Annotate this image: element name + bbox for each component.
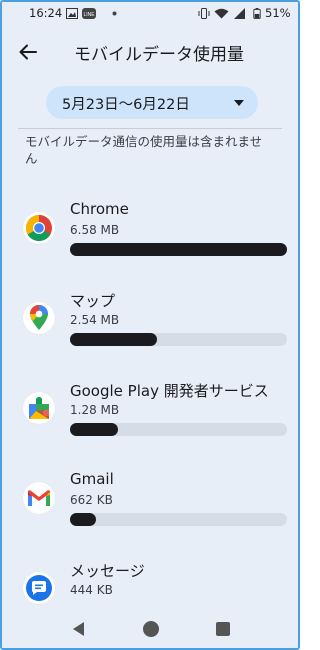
signal-icon <box>234 8 245 19</box>
nav-home-icon[interactable] <box>143 621 159 637</box>
list-item[interactable]: Chrome 6.58 MB <box>2 182 298 272</box>
wifi-icon <box>214 8 229 19</box>
usage-bar-fill <box>70 333 157 346</box>
gmail-icon <box>23 482 55 514</box>
battery-percent: 51% <box>265 6 291 20</box>
battery-icon <box>253 8 261 19</box>
line-app-icon: LINE <box>82 8 96 19</box>
navigation-bar <box>2 608 298 648</box>
usage-bar <box>70 423 287 436</box>
page-title: モバイルデータ使用量 <box>74 45 244 65</box>
app-name: Gmail <box>70 470 114 488</box>
nav-recents-icon[interactable] <box>216 622 230 636</box>
app-data-size: 1.28 MB <box>70 403 120 417</box>
app-name: Google Play 開発者サービス <box>70 382 269 400</box>
dot-icon <box>112 11 117 16</box>
date-range-label: 5月23日〜6月22日 <box>62 97 190 113</box>
messages-icon <box>23 572 55 604</box>
top-app-bar: モバイルデータ使用量 <box>2 24 298 80</box>
usage-bar <box>70 243 287 256</box>
maps-icon <box>23 302 55 334</box>
list-item[interactable]: マップ 2.54 MB <box>2 272 298 362</box>
list-item[interactable]: Gmail 662 KB <box>2 452 298 542</box>
app-name: マップ <box>70 292 116 310</box>
svg-text:LINE: LINE <box>83 12 95 18</box>
caret-down-icon <box>234 100 244 106</box>
usage-bar-fill <box>70 513 97 526</box>
chrome-icon <box>23 212 55 244</box>
usage-bar <box>70 513 287 526</box>
play-services-icon <box>23 392 55 424</box>
vibrate-icon <box>198 8 210 19</box>
usage-note: モバイルデータ通信の使用量は含まれません <box>25 134 263 166</box>
back-button[interactable] <box>14 38 42 66</box>
app-name: メッセージ <box>70 562 145 580</box>
status-bar: 16:24 LINE 51% <box>2 2 298 24</box>
date-range-dropdown[interactable]: 5月23日〜6月22日 <box>46 86 258 119</box>
status-time: 16:24 <box>29 6 63 20</box>
app-data-size: 444 KB <box>70 583 113 597</box>
usage-bar-fill <box>70 423 118 436</box>
phone-screen: 16:24 LINE 51% モバイルデータ使用量 5月23日〜6月22日 モバ… <box>0 0 300 650</box>
usage-bar <box>70 333 287 346</box>
nav-back-icon[interactable] <box>73 622 84 636</box>
arrow-left-icon <box>19 44 37 60</box>
app-name: Chrome <box>70 200 129 218</box>
image-icon <box>66 8 78 19</box>
divider <box>18 128 282 129</box>
app-data-size: 6.58 MB <box>70 223 120 237</box>
usage-bar-fill <box>70 243 287 256</box>
app-data-size: 662 KB <box>70 493 113 507</box>
list-item[interactable]: Google Play 開発者サービス 1.28 MB <box>2 362 298 452</box>
app-data-size: 2.54 MB <box>70 313 120 327</box>
